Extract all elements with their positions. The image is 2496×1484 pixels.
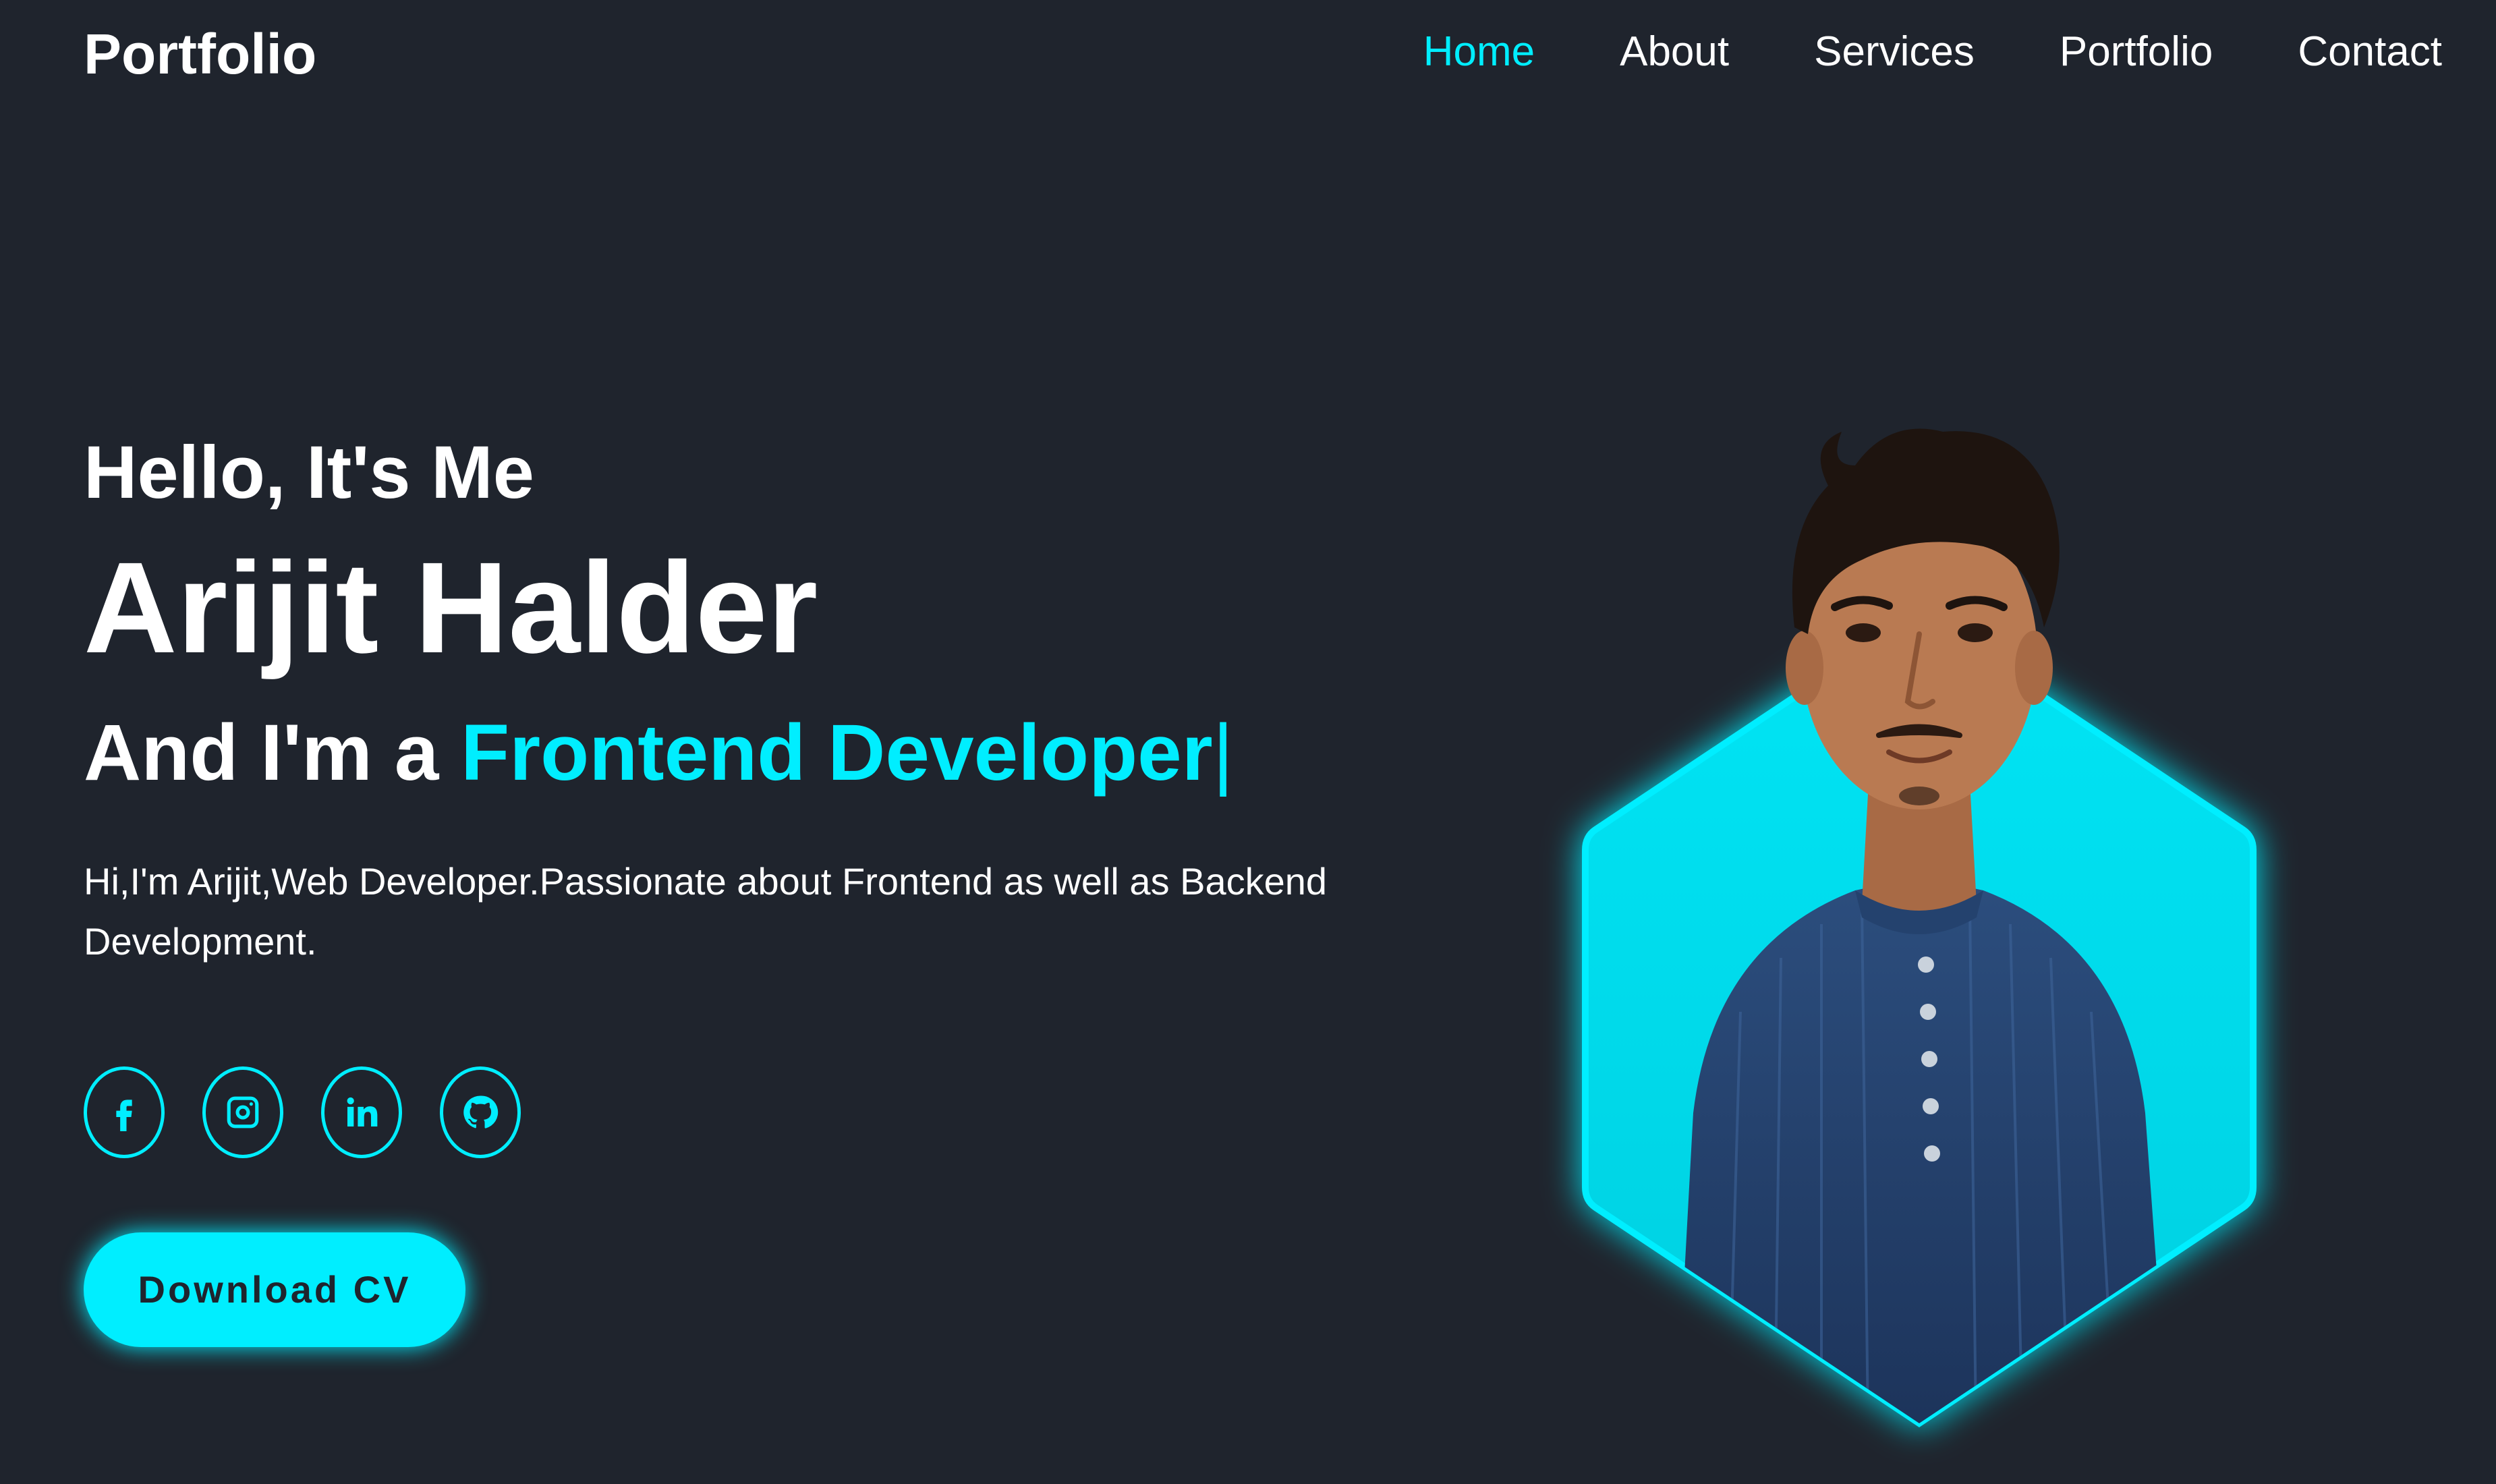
- hero-bio: Hi,I'm Arijit,Web Developer.Passionate a…: [84, 859, 1328, 963]
- portfolio-page: Portfolio Home About Services Portfolio …: [0, 0, 2496, 1484]
- hero-greeting: Hello, It's Me: [84, 431, 534, 514]
- role-highlight: Frontend Developer: [461, 708, 1213, 797]
- instagram-icon: [227, 1096, 259, 1129]
- profile-image-frame: [1538, 405, 2300, 1484]
- nav-link-portfolio[interactable]: Portfolio: [2060, 31, 2213, 73]
- typing-cursor: |: [1212, 708, 1234, 797]
- hero-name: Arijit Halder: [84, 535, 818, 680]
- instagram-link[interactable]: [202, 1066, 283, 1158]
- social-links: [84, 1066, 1365, 1158]
- nav-link-home[interactable]: Home: [1423, 31, 1535, 73]
- linkedin-link[interactable]: [321, 1066, 402, 1158]
- role-prefix: And I'm a: [84, 708, 461, 797]
- profile-portrait: [1582, 428, 2257, 1428]
- facebook-icon: [116, 1100, 132, 1131]
- hero-role: And I'm a Frontend Developer|: [84, 708, 1365, 797]
- nav-link-contact[interactable]: Contact: [2298, 31, 2442, 73]
- download-cv-button[interactable]: Download CV: [84, 1232, 465, 1347]
- site-logo[interactable]: Portfolio: [84, 26, 316, 82]
- nav-link-about[interactable]: About: [1620, 31, 1729, 73]
- nav-link-services[interactable]: Services: [1814, 31, 1975, 73]
- facebook-link[interactable]: [84, 1066, 165, 1158]
- github-link[interactable]: [440, 1066, 521, 1158]
- site-header: Portfolio Home About Services Portfolio …: [0, 0, 2496, 121]
- main-nav: Home About Services Portfolio Contact: [1423, 31, 2442, 73]
- hero-content: Hello, It's Me Arijit Halder And I'm a F…: [84, 432, 1365, 1347]
- github-icon: [463, 1095, 499, 1129]
- linkedin-icon: [347, 1097, 378, 1126]
